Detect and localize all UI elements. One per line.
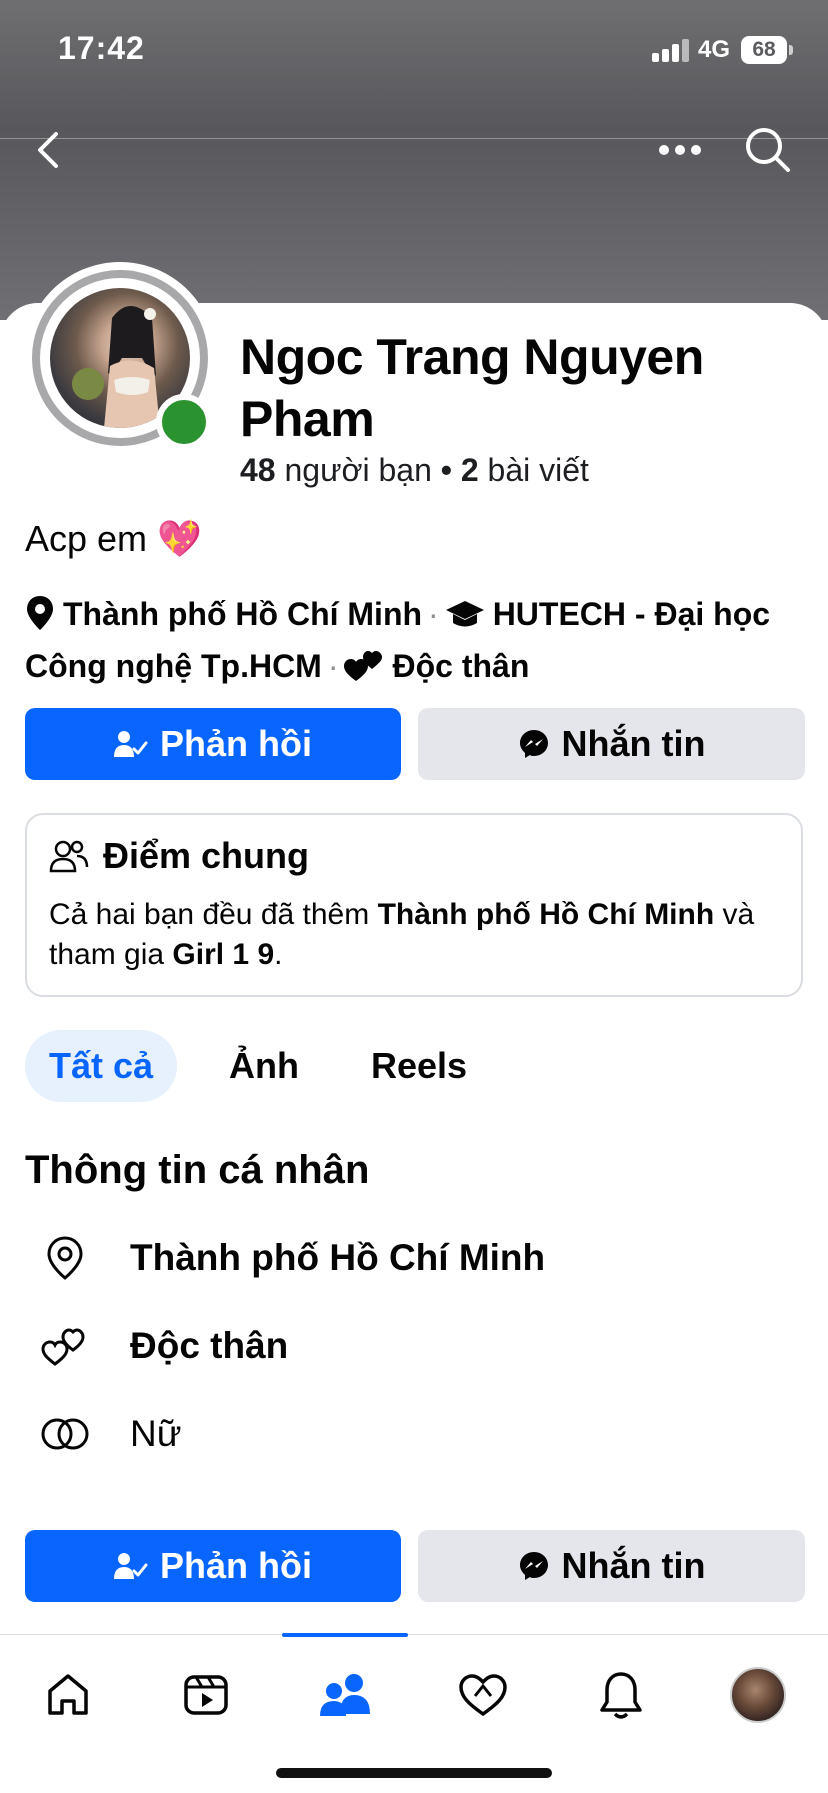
friend-respond-icon [114,731,148,757]
nav-video[interactable] [170,1659,242,1731]
location-pin-icon [27,596,53,630]
nav-home[interactable] [32,1659,104,1731]
respond-button[interactable]: Phản hồi [25,708,401,780]
mutual-group: Girl 1 9 [172,938,275,971]
info-relationship: Độc thân [130,1325,289,1366]
mutual-place: Thành phố Hồ Chí Minh [377,898,715,931]
nav-friends[interactable] [309,1659,381,1731]
status-bar: 17:42 4G 68 [0,0,828,100]
back-button[interactable] [18,120,78,180]
video-icon [184,1675,228,1715]
mutual-text-part: Cả hai bạn đều đã thêm [49,898,378,931]
info-location: Thành phố Hồ Chí Minh [130,1237,546,1278]
hearts-outline-icon [41,1328,85,1366]
friend-respond-icon [114,1553,148,1579]
message-button[interactable]: Nhắn tin [418,708,805,780]
location-outline-icon [47,1236,83,1280]
home-icon [48,1674,88,1715]
hearts-icon [344,651,383,681]
mutual-info-title: Điểm chung [49,835,309,877]
info-row-gender[interactable]: Nữ [40,1404,182,1464]
profile-bio: Acp em 💖 [25,518,202,560]
profile-stats[interactable]: 48 người bạn • 2 bài viết [240,452,589,489]
messenger-icon [519,1552,548,1580]
friends-icon [320,1674,370,1716]
friends-label: người bạn [284,452,432,488]
posts-count: 2 [460,452,479,488]
chevron-left-icon [38,132,58,168]
respond-label: Phản hồi [160,723,312,764]
details-location: Thành phố Hồ Chí Minh [63,596,423,632]
mutual-info-title-text: Điểm chung [103,835,310,876]
sparkling-heart-icon: 💖 [157,518,202,559]
online-status-indicator [156,394,212,450]
message-label: Nhắn tin [561,1545,706,1586]
friends-count: 48 [240,452,276,488]
home-indicator [276,1768,552,1778]
details-relationship: Độc thân [392,648,530,684]
tab-reels[interactable]: Reels [347,1030,491,1102]
search-button[interactable] [738,120,798,180]
bell-icon [600,1672,642,1719]
gender-icon [41,1418,89,1450]
status-time: 17:42 [58,30,145,66]
nav-notifications[interactable] [585,1659,657,1731]
menu-avatar [730,1667,786,1723]
mutual-text-part: . [274,938,283,971]
info-row-relationship[interactable]: Độc thân [40,1316,288,1376]
profile-name: Ngoc Trang Nguyen Pham [240,329,704,447]
respond-button-bottom[interactable]: Phản hồi [25,1530,401,1602]
info-gender: Nữ [130,1413,182,1454]
mutual-info-text: Cả hai bạn đều đã thêm Thành phố Hồ Chí … [49,895,769,975]
signal-icon [652,38,692,62]
active-tab-indicator [282,1633,408,1637]
posts-label: bài viết [487,452,589,488]
search-icon [746,128,790,172]
battery-level: 68 [752,38,776,61]
profile-details: Thành phố Hồ Chí Minh · HUTECH - Đại học C… [25,588,815,692]
messenger-icon [519,730,548,758]
network-type: 4G [698,36,731,63]
stats-separator: • [440,452,452,488]
graduation-cap-icon [445,601,484,627]
more-dots-icon [659,145,701,155]
message-button-bottom[interactable]: Nhắn tin [418,1530,805,1602]
nav-dating[interactable] [447,1659,519,1731]
bio-text: Acp em [25,518,148,559]
personal-info-title: Thông tin cá nhân [25,1148,370,1192]
info-row-location[interactable]: Thành phố Hồ Chí Minh [40,1228,545,1288]
message-label: Nhắn tin [561,723,706,764]
nav-menu-profile[interactable] [722,1659,794,1731]
tab-all[interactable]: Tất cả [25,1030,178,1102]
battery-icon: 68 [741,36,793,64]
respond-label: Phản hồi [160,1545,312,1586]
more-options-button[interactable] [650,120,710,180]
people-outline-icon [49,840,89,873]
details-separator-2: · [327,648,339,684]
heart-icon [459,1674,507,1717]
tab-photos[interactable]: Ảnh [205,1030,323,1102]
mutual-info-card[interactable]: Điểm chung Cả hai bạn đều đã thêm Thành … [25,813,803,997]
details-separator: · [428,596,439,632]
